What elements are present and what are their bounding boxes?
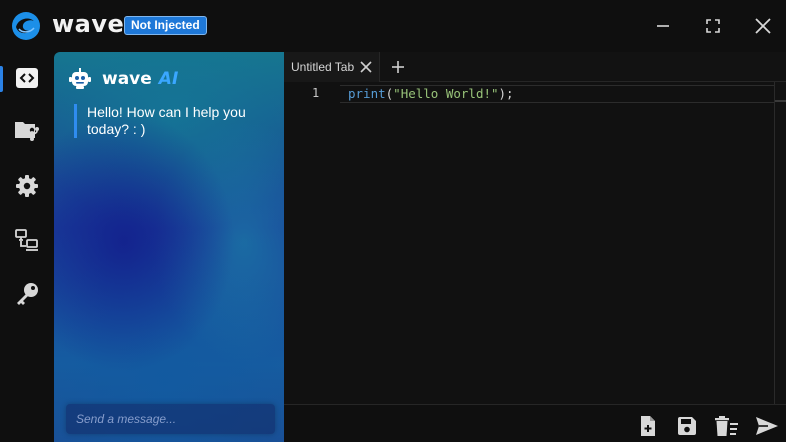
ai-greeting-message: Hello! How can I help you today? : ) xyxy=(74,104,270,138)
code-token-close: ); xyxy=(498,86,514,101)
tab-bar: Untitled Tab xyxy=(284,52,786,82)
open-file-button[interactable] xyxy=(635,413,661,439)
robot-icon xyxy=(69,68,91,89)
editor-toolbar xyxy=(284,404,786,442)
sidebar-item-key[interactable] xyxy=(0,274,54,314)
editor-area: Untitled Tab 1 print("Hello World!"); xyxy=(284,52,786,442)
ai-title-accent: AI xyxy=(158,69,179,89)
scrollbar-cursor-marker xyxy=(775,100,786,102)
ai-input-container xyxy=(66,404,275,434)
execute-button[interactable] xyxy=(754,413,780,439)
plus-icon[interactable] xyxy=(390,59,406,75)
gear-icon xyxy=(16,175,38,197)
folder-branch-icon xyxy=(15,122,39,141)
maximize-button[interactable] xyxy=(700,13,726,39)
minimize-button[interactable] xyxy=(650,13,676,39)
maximize-icon xyxy=(706,19,720,33)
code-editor[interactable]: 1 print("Hello World!"); xyxy=(284,82,776,404)
trash-lines-icon xyxy=(715,416,738,436)
sidebar-item-settings[interactable] xyxy=(0,166,54,206)
vertical-scrollbar[interactable] xyxy=(774,82,786,404)
code-brackets-icon xyxy=(16,68,38,88)
title-bar: wave Not Injected xyxy=(0,0,786,52)
code-token-function: print xyxy=(348,86,386,101)
sidebar-item-script-explorer[interactable] xyxy=(0,110,54,150)
tab-untitled[interactable]: Untitled Tab xyxy=(284,52,380,82)
ai-panel: wave AI Hello! How can I help you today?… xyxy=(54,52,284,442)
ai-header: wave AI xyxy=(68,66,178,92)
save-icon xyxy=(678,417,696,435)
sidebar xyxy=(0,52,54,442)
sidebar-item-multi-instance[interactable] xyxy=(0,220,54,260)
key-icon xyxy=(17,283,38,305)
line-number: 1 xyxy=(312,86,320,100)
send-icon xyxy=(756,417,778,435)
ai-title: wave xyxy=(102,69,152,89)
clear-editor-button[interactable] xyxy=(714,413,740,439)
save-file-button[interactable] xyxy=(674,413,700,439)
ai-message-input[interactable] xyxy=(66,404,275,434)
injection-status-badge: Not Injected xyxy=(124,16,207,35)
sidebar-item-code-editor[interactable] xyxy=(0,58,54,98)
tab-close-icon[interactable] xyxy=(359,60,373,74)
wave-logo-icon xyxy=(12,12,40,40)
file-add-icon xyxy=(641,416,655,436)
close-button[interactable] xyxy=(750,13,776,39)
close-icon xyxy=(755,18,771,34)
tab-label: Untitled Tab xyxy=(291,60,355,74)
minimize-icon xyxy=(657,25,669,27)
code-token-string: "Hello World!" xyxy=(393,86,499,101)
app-name: wave xyxy=(52,10,125,38)
code-line[interactable]: print("Hello World!"); xyxy=(348,86,514,101)
computers-icon xyxy=(15,229,38,251)
